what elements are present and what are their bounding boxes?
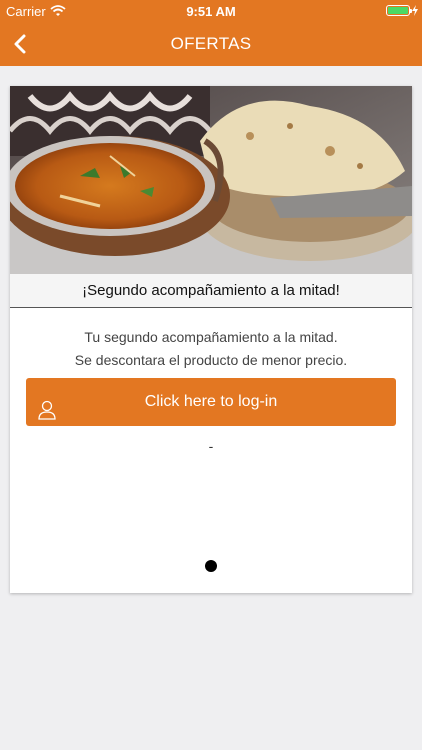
battery-level (388, 7, 408, 14)
chevron-left-icon (14, 34, 26, 54)
offer-description: Tu segundo acompañamiento a la mitad. Se… (10, 326, 412, 372)
user-icon (38, 392, 56, 440)
login-button-label: Click here to log-in (144, 393, 278, 410)
offer-card: ¡Segundo acompañamiento a la mitad! Tu s… (10, 86, 412, 593)
separator-text: - (208, 438, 214, 454)
back-button[interactable] (0, 22, 40, 66)
offer-title: ¡Segundo acompañamiento a la mitad! (10, 274, 412, 308)
clock: 9:51 AM (186, 4, 236, 19)
charging-icon (412, 4, 418, 19)
offer-description-line: Tu segundo acompañamiento a la mitad. (84, 329, 338, 345)
login-button[interactable]: Click here to log-in (26, 378, 396, 426)
status-bar: Carrier 9:51 AM (0, 0, 422, 22)
battery-tip (410, 9, 412, 13)
battery-icon (386, 5, 412, 16)
header: Carrier 9:51 AM OFERTAS (0, 0, 422, 66)
offer-description-line: Se descontara el producto de menor preci… (74, 352, 348, 368)
curry-and-naan-photo (10, 86, 412, 274)
page-indicator-dot[interactable] (205, 560, 217, 572)
page-title: OFERTAS (170, 34, 252, 53)
navigation-bar: OFERTAS (0, 22, 422, 66)
